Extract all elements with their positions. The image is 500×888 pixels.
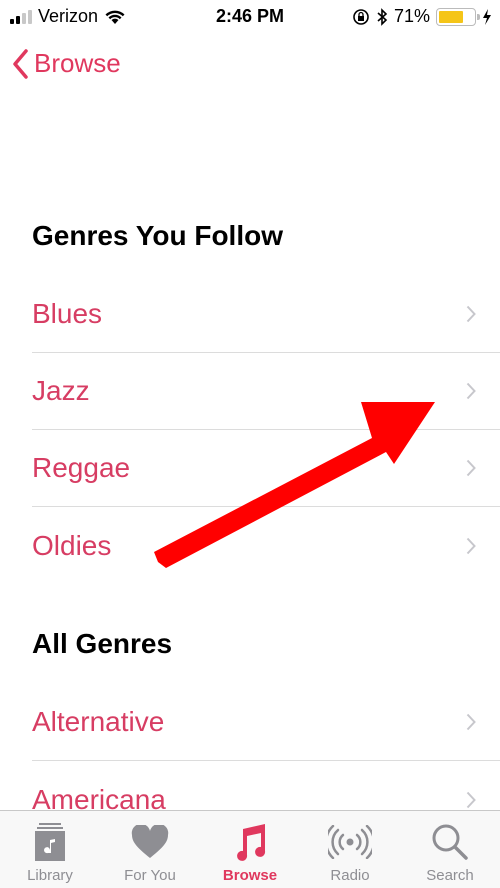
tab-for-you[interactable]: For You (100, 811, 200, 888)
tab-label: Search (426, 867, 474, 884)
tab-label: Radio (330, 867, 370, 884)
library-icon (35, 823, 65, 861)
battery-level (439, 10, 464, 23)
radio-icon (328, 825, 372, 859)
rotation-lock-icon (353, 8, 369, 25)
back-button[interactable]: Browse (12, 48, 121, 79)
search-icon (432, 824, 468, 860)
bluetooth-icon (377, 7, 388, 26)
genre-row-alternative[interactable]: Alternative (32, 684, 500, 761)
genre-label: Oldies (32, 529, 112, 561)
tab-label: Library (27, 867, 73, 884)
charging-bolt-icon (483, 8, 491, 25)
chevron-right-icon (466, 791, 476, 808)
back-label: Browse (34, 48, 121, 78)
battery-percent: 71% (393, 6, 430, 26)
signal-icon (10, 9, 32, 24)
status-bar: Verizon 2:46 PM 71% (0, 0, 500, 34)
heart-icon (131, 825, 169, 858)
genre-label: Alternative (32, 706, 165, 737)
genre-row-blues[interactable]: Blues (32, 276, 500, 353)
chevron-right-icon (466, 537, 476, 554)
genre-label: Reggae (32, 452, 131, 483)
battery-icon (436, 7, 480, 26)
carrier-label: Verizon (38, 6, 99, 26)
tab-browse[interactable]: Browse (200, 811, 300, 888)
genre-label: Jazz (32, 375, 90, 406)
tab-label: For You (124, 867, 176, 884)
section-title-all-genres: All Genres (32, 628, 173, 659)
section-title-genres-you-follow: Genres You Follow (32, 220, 284, 251)
genre-row-jazz[interactable]: Jazz (32, 353, 500, 430)
tab-label: Browse (222, 867, 278, 884)
chevron-right-icon (466, 713, 476, 731)
music-note-icon (237, 824, 266, 861)
genre-row-reggae[interactable]: Reggae (32, 430, 500, 507)
chevron-right-icon (466, 305, 476, 323)
chevron-right-icon (466, 459, 476, 477)
tab-bar: Library For You Browse Radio Search (0, 810, 500, 888)
tab-search[interactable]: Search (400, 811, 500, 888)
chevron-right-icon (466, 382, 476, 400)
followed-genres-list: Blues Jazz Reggae Oldies (32, 276, 500, 584)
genre-label: Blues (32, 298, 103, 329)
genre-row-oldies[interactable]: Oldies (32, 507, 500, 584)
chevron-left-icon (13, 48, 28, 79)
tab-radio[interactable]: Radio (300, 811, 400, 888)
tab-library[interactable]: Library (0, 811, 100, 888)
wifi-icon (105, 10, 125, 24)
